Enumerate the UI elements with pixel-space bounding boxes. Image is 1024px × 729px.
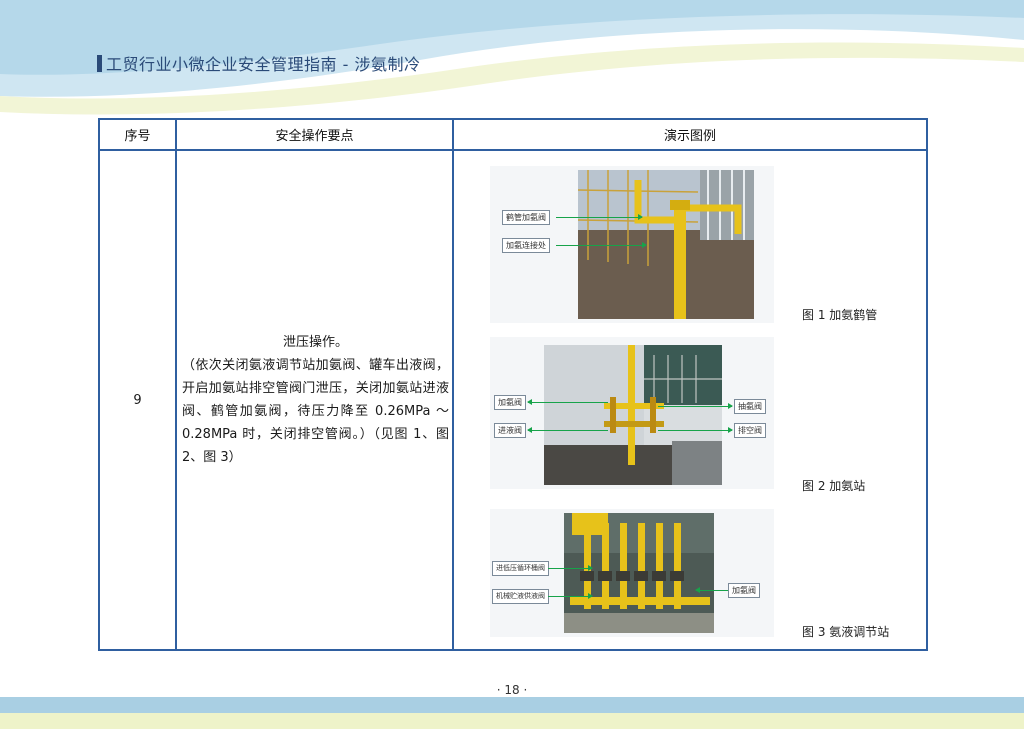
label-receiver-supply-valve: 机械贮液供液阀 xyxy=(492,589,549,604)
header-bar-marker xyxy=(97,54,102,72)
figure-3-liquid-ammonia-regulating-station: 进低压循环桶阀 机械贮液供液阀 加氨阀 xyxy=(490,509,774,637)
figure-1-ammonia-crane-pipe: 鹤管加氨阀 加氨连接处 xyxy=(490,166,774,323)
arrow-fig3-add-ammonia-valve xyxy=(695,587,728,593)
label-vent-valve: 排空阀 xyxy=(734,423,766,438)
label-inlet-valve: 进液阀 xyxy=(494,423,526,438)
table-row: 9 泄压操作。 （依次关闭氨液调节站加氨阀、罐车出液阀，开启加氨站排空管阀门泄压… xyxy=(100,151,926,649)
arrow-receiver-supply-valve xyxy=(548,593,593,599)
header-illustration: 演示图例 xyxy=(663,129,716,144)
label-fig3-add-ammonia-valve: 加氨阀 xyxy=(728,583,760,598)
arrow-low-pressure-drum-valve xyxy=(548,565,593,571)
header-serial-number: 序号 xyxy=(100,120,177,149)
figure-2-caption: 图 2 加氨站 xyxy=(802,479,866,493)
figure-2-ammonia-station: 加氨阀 进液阀 抽氨阀 排空阀 xyxy=(490,337,774,489)
label-add-ammonia-valve: 加氨阀 xyxy=(494,395,526,410)
header-operation-points: 安全操作要点 xyxy=(177,120,454,149)
operation-title: 泄压操作。 xyxy=(282,335,348,350)
header-title-text: 工贸行业小微企业安全管理指南 - 涉氨制冷 xyxy=(106,55,421,74)
footer-band-yellow xyxy=(0,713,1024,729)
arrow-inlet-valve xyxy=(527,427,608,433)
operation-body: （依次关闭氨液调节站加氨阀、罐车出液阀，开启加氨站排空管阀门泄压，关闭加氨站进液… xyxy=(182,358,449,465)
arrow-ammonia-connection xyxy=(556,242,647,248)
table-header-row: 序号 安全操作要点 演示图例 xyxy=(100,120,926,151)
label-low-pressure-drum-valve: 进低压循环桶阀 xyxy=(492,561,549,576)
arrow-extract-ammonia-valve xyxy=(658,403,733,409)
row-operation-text: 泄压操作。 （依次关闭氨液调节站加氨阀、罐车出液阀，开启加氨站排空管阀门泄压，关… xyxy=(177,151,454,649)
arrow-add-ammonia-valve xyxy=(527,399,608,405)
row-illustrations: 鹤管加氨阀 加氨连接处 图 1 加氨鹤管 加氨阀 进液阀 抽氨阀 排空阀 图 2… xyxy=(454,151,926,649)
row-serial-number: 9 xyxy=(100,151,177,649)
label-ammonia-connection: 加氨连接处 xyxy=(502,238,550,253)
label-extract-ammonia-valve: 抽氨阀 xyxy=(734,399,766,414)
figure-3-photo xyxy=(564,513,714,633)
label-crane-ammonia-valve: 鹤管加氨阀 xyxy=(502,210,550,225)
document-header-title: 工贸行业小微企业安全管理指南 - 涉氨制冷 xyxy=(97,51,420,75)
page-number: · 18 · xyxy=(496,683,528,697)
footer-band-blue xyxy=(0,697,1024,713)
arrow-crane-ammonia-valve xyxy=(556,214,643,220)
figure-2-photo xyxy=(544,345,722,485)
figure-3-caption: 图 3 氨液调节站 xyxy=(802,625,890,639)
arrow-vent-valve xyxy=(658,427,733,433)
safety-operation-table: 序号 安全操作要点 演示图例 9 泄压操作。 （依次关闭氨液调节站加氨阀、罐车出… xyxy=(98,118,928,651)
figure-1-caption: 图 1 加氨鹤管 xyxy=(802,308,878,322)
